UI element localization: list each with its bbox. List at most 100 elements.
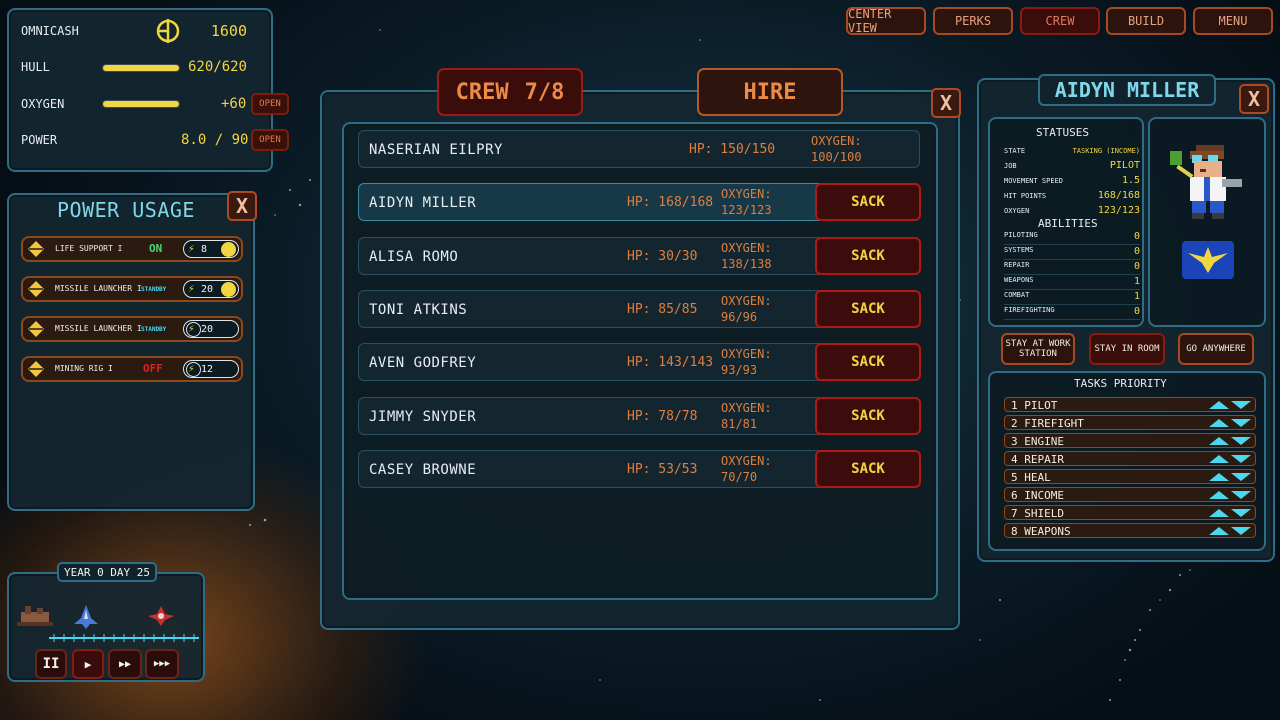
task-priority-row: 6 INCOME — [1004, 487, 1256, 502]
pause-button[interactable]: II — [35, 649, 67, 679]
power-toggle[interactable]: ⚡ 20 — [183, 320, 239, 338]
priority-down-arrow-icon[interactable] — [1231, 473, 1251, 481]
priority-diamond-icon[interactable] — [27, 360, 45, 378]
ability-label: FIREFIGHTING — [1004, 306, 1055, 314]
priority-down-arrow-icon[interactable] — [1231, 437, 1251, 445]
priority-up-arrow-icon[interactable] — [1209, 527, 1229, 535]
portrait-box — [1148, 117, 1266, 327]
crew-hp: HP: 85/85 — [627, 301, 698, 317]
sack-button[interactable]: SACK — [815, 289, 921, 328]
sack-button[interactable]: SACK — [815, 236, 921, 275]
crew-name: CASEY BROWNE — [369, 461, 477, 478]
priority-up-arrow-icon[interactable] — [1209, 491, 1229, 499]
go-anywhere-button[interactable]: GO ANYWHERE — [1178, 333, 1254, 365]
build-button[interactable]: BUILD — [1106, 7, 1186, 35]
ability-row: COMBAT 1 — [1004, 291, 1140, 305]
power-usage-title: POWER USAGE — [57, 198, 195, 222]
tab-hire[interactable]: HIRE — [697, 68, 843, 116]
crew-row[interactable]: CASEY BROWNE HP: 53/53 OXYGEN: 70/70 SACK — [358, 449, 921, 488]
power-open-button[interactable]: OPEN — [251, 129, 289, 151]
fastest-forward-button[interactable]: ▶▶▶ — [145, 649, 179, 679]
crew-hp: HP: 30/30 — [627, 248, 698, 264]
priority-up-arrow-icon[interactable] — [1209, 509, 1229, 517]
hull-bar — [102, 64, 180, 72]
status-value: 123/123 — [1097, 205, 1140, 216]
oxygen-label: OXYGEN — [21, 97, 65, 111]
status-value: TASKING (INCOME) — [1072, 147, 1140, 155]
crew-row[interactable]: ALISA ROMO HP: 30/30 OXYGEN: 138/138 SACK — [358, 236, 921, 275]
play-button[interactable]: ▶ — [72, 649, 104, 679]
power-usage-close-button[interactable]: X — [227, 191, 257, 221]
crew-panel-close-button[interactable]: X — [931, 88, 961, 118]
crew-button[interactable]: CREW — [1020, 7, 1100, 35]
sack-button[interactable]: SACK — [815, 343, 921, 382]
power-usage-row[interactable]: MINING RIG I OFF ⚡ 12 — [21, 356, 243, 382]
lightning-icon: ⚡ — [188, 242, 195, 255]
priority-down-arrow-icon[interactable] — [1231, 509, 1251, 517]
power-toggle[interactable]: ⚡ 20 — [183, 280, 239, 298]
menu-button[interactable]: MENU — [1193, 7, 1273, 35]
power-usage-row[interactable]: LIFE SUPPORT I ON ⚡ 8 — [21, 236, 243, 262]
crew-detail-close-button[interactable]: X — [1239, 84, 1269, 114]
crew-row[interactable]: TONI ATKINS HP: 85/85 OXYGEN: 96/96 SACK — [358, 289, 921, 328]
pilot-job-icon — [1182, 241, 1234, 279]
ability-row: WEAPONS 1 — [1004, 276, 1140, 290]
power-usage-row[interactable]: MISSILE LAUNCHER I STANDBY ⚡ 20 — [21, 276, 243, 302]
crew-oxygen: OXYGEN: 100/100 — [811, 133, 901, 165]
task-priority-row: 8 WEAPONS — [1004, 523, 1256, 538]
task-priority-row: 5 HEAL — [1004, 469, 1256, 484]
power-usage-row[interactable]: MISSILE LAUNCHER I STANDBY ⚡ 20 — [21, 316, 243, 342]
priority-up-arrow-icon[interactable] — [1209, 473, 1229, 481]
crew-hp: HP: 168/168 — [627, 195, 714, 211]
ability-value: 0 — [1133, 306, 1140, 317]
priority-diamond-icon[interactable] — [27, 280, 45, 298]
crew-hp: HP: 143/143 — [627, 355, 714, 371]
ability-value: 0 — [1133, 246, 1140, 257]
hull-label: HULL — [21, 60, 50, 74]
priority-up-arrow-icon[interactable] — [1209, 401, 1229, 409]
ability-value: 0 — [1133, 261, 1140, 272]
power-amount: 8 — [201, 244, 208, 255]
crew-row[interactable]: AIDYN MILLER HP: 168/168 OXYGEN: 123/123 SAC… — [358, 183, 921, 222]
crew-name: AIDYN MILLER — [369, 195, 477, 212]
sack-button[interactable]: SACK — [815, 396, 921, 435]
power-toggle[interactable]: ⚡ 12 — [183, 360, 239, 378]
ability-row: SYSTEMS 0 — [1004, 246, 1140, 260]
priority-up-arrow-icon[interactable] — [1209, 437, 1229, 445]
task-priority-row: 7 SHIELD — [1004, 505, 1256, 520]
fast-forward-button[interactable]: ▶▶ — [108, 649, 142, 679]
crew-oxygen-label: OXYGEN: — [721, 453, 772, 468]
task-priority-row: 2 FIREFIGHT — [1004, 415, 1256, 430]
status-row: HIT POINTS 168/168 — [1004, 190, 1140, 201]
power-toggle[interactable]: ⚡ 8 — [183, 240, 239, 258]
crew-row[interactable]: JIMMY SNYDER HP: 78/78 OXYGEN: 81/81 SACK — [358, 396, 921, 435]
priority-down-arrow-icon[interactable] — [1231, 419, 1251, 427]
priority-down-arrow-icon[interactable] — [1231, 455, 1251, 463]
task-priority-row: 1 PILOT — [1004, 397, 1256, 412]
crew-oxygen-label: OXYGEN: — [721, 293, 772, 308]
priority-down-arrow-icon[interactable] — [1231, 527, 1251, 535]
priority-down-arrow-icon[interactable] — [1231, 491, 1251, 499]
sack-button[interactable]: SACK — [815, 449, 921, 488]
sack-button[interactable]: SACK — [815, 183, 921, 222]
crew-oxygen-value: 138/138 — [721, 256, 772, 271]
crew-oxygen-value: 70/70 — [721, 469, 758, 484]
priority-diamond-icon[interactable] — [27, 240, 45, 258]
omnicash-label: OMNICASH — [21, 24, 79, 38]
crew-row[interactable]: NASERIAN EILPRY HP: 150/150 OXYGEN: 100/100 — [358, 130, 920, 168]
crew-oxygen: OXYGEN: 81/81 — [721, 400, 811, 432]
tab-crew[interactable]: CREW 7/8 — [437, 68, 583, 116]
stay-in-room-button[interactable]: STAY IN ROOM — [1089, 333, 1165, 365]
priority-diamond-icon[interactable] — [27, 320, 45, 338]
priority-down-arrow-icon[interactable] — [1231, 401, 1251, 409]
priority-up-arrow-icon[interactable] — [1209, 419, 1229, 427]
perks-button[interactable]: PERKS — [933, 7, 1013, 35]
center-view-button[interactable]: CENTER VIEW — [846, 7, 926, 35]
crew-oxygen-value: 96/96 — [721, 309, 758, 324]
oxygen-open-button[interactable]: OPEN — [251, 93, 289, 115]
priority-up-arrow-icon[interactable] — [1209, 455, 1229, 463]
crew-oxygen-value: 123/123 — [721, 203, 772, 218]
stay-at-station-button[interactable]: STAY AT WORK STATION — [1001, 333, 1075, 365]
crew-detail-name: AIDYN MILLER — [1038, 74, 1216, 106]
crew-row[interactable]: AVEN GODFREY HP: 143/143 OXYGEN: 93/93 SACK — [358, 343, 921, 382]
